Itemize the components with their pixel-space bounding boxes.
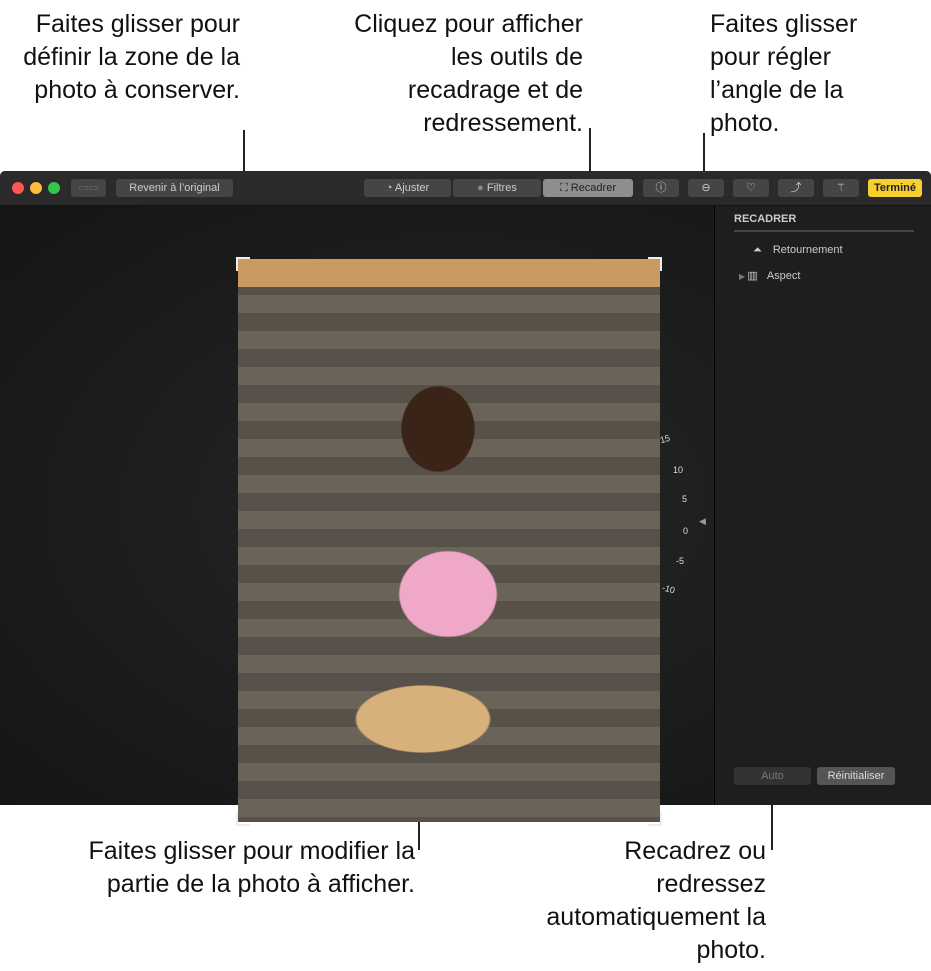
crop-icon: ⛶: [559, 182, 571, 194]
crop-handle-top-right[interactable]: [648, 257, 662, 271]
photo[interactable]: [238, 259, 660, 822]
crop-handle-bottom-left[interactable]: [236, 812, 250, 826]
dial-pointer-icon: ◀: [699, 516, 706, 526]
crop-handle-bottom-right[interactable]: [648, 812, 662, 826]
straighten-dial[interactable]: 15 10 5 0 -5 -10 ◀: [610, 396, 706, 636]
divider: [734, 230, 914, 232]
magic-wand-icon: ⚚: [836, 182, 846, 194]
minimize-button[interactable]: [30, 182, 42, 194]
info-button[interactable]: ⓘ: [643, 179, 679, 197]
enhance-button[interactable]: ⚚: [823, 179, 859, 197]
tab-recadrer[interactable]: ⛶ Recadrer: [543, 179, 633, 197]
heart-icon: ♡: [746, 182, 756, 194]
photos-window: ▭▭ Revenir à l’original ◔ Ajuster ● Filt…: [0, 171, 931, 826]
callout-move-photo: Faites glisser pour modifier la partie d…: [88, 837, 415, 898]
sidebar: RECADRER ⏶ Retournement ▶ ▥ Aspect Auto …: [714, 206, 931, 805]
crop-handle-top-left[interactable]: [236, 257, 250, 271]
more-button[interactable]: ⊖: [688, 179, 724, 197]
auto-button[interactable]: Auto: [734, 767, 811, 785]
reset-button[interactable]: Réinitialiser: [817, 767, 895, 785]
callout-crop-tools: Cliquez pour afficher les outils de reca…: [354, 10, 583, 137]
callout-angle: Faites glisser pour régler l’angle de la…: [710, 10, 858, 137]
done-button[interactable]: Terminé: [868, 179, 922, 197]
revert-button[interactable]: Revenir à l’original: [116, 179, 233, 197]
callout-auto: Recadrez ou redressez automatiquement la…: [546, 837, 766, 964]
rotate-button[interactable]: ⤴: [778, 179, 814, 197]
dial-icon: ◔: [385, 182, 395, 194]
photo-canvas: 15 10 5 0 -5 -10 ◀: [0, 206, 713, 826]
zoom-button[interactable]: [48, 182, 60, 194]
favorite-button[interactable]: ♡: [733, 179, 769, 197]
callout-crop-area: Faites glisser pour définir la zone de l…: [23, 10, 240, 104]
more-icon: ⊖: [701, 182, 711, 194]
aspect-icon: ▥: [747, 270, 761, 282]
tab-filtres[interactable]: ● Filtres: [453, 179, 541, 197]
close-button[interactable]: [12, 182, 24, 194]
flip-icon: ⏶: [753, 244, 765, 256]
flip-item[interactable]: ⏶ Retournement: [753, 244, 843, 257]
aspect-item[interactable]: ▶ ▥ Aspect: [739, 269, 800, 282]
sidebar-title: RECADRER: [734, 213, 797, 225]
compare-button[interactable]: ▭▭: [71, 179, 106, 197]
tab-ajuster[interactable]: ◔ Ajuster: [364, 179, 451, 197]
rotate-icon: ⤴: [790, 182, 802, 194]
compare-icon: ▭▭: [78, 182, 99, 194]
toolbar: ▭▭ Revenir à l’original ◔ Ajuster ● Filt…: [0, 171, 931, 206]
info-icon: ⓘ: [655, 182, 667, 194]
filters-icon: ●: [477, 182, 487, 194]
